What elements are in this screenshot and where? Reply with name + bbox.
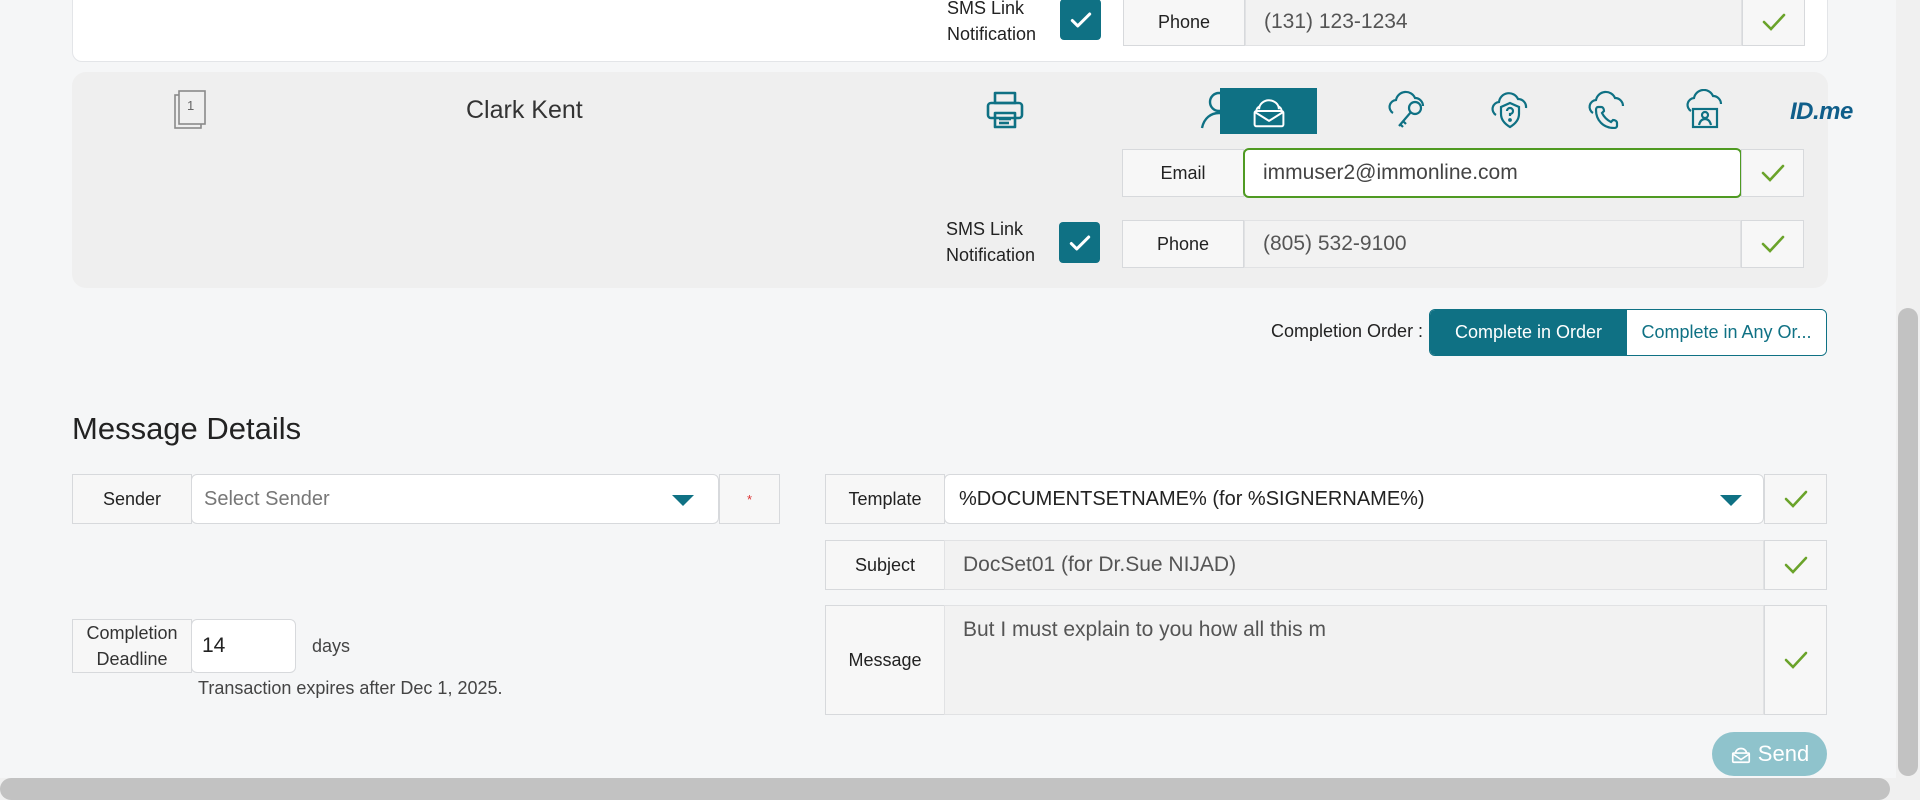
horizontal-scrollbar[interactable] (0, 778, 1920, 800)
completion-deadline-input[interactable]: 14 (191, 619, 296, 673)
message-details-title: Message Details (72, 411, 302, 446)
completion-order-toggle: Complete in Order Complete in Any Or... (1429, 309, 1827, 356)
check-icon (1761, 235, 1784, 253)
sender-placeholder: Select Sender (204, 487, 330, 510)
required-mark: * (746, 491, 753, 507)
signer-name: Clark Kent (466, 96, 583, 124)
phone-valid-indicator (1742, 0, 1805, 46)
complete-in-any-order-button[interactable]: Complete in Any Or... (1627, 310, 1826, 355)
vertical-scrollbar[interactable] (1896, 0, 1920, 778)
phone-cloud-icon[interactable] (1584, 86, 1630, 132)
check-icon (1762, 13, 1785, 31)
sender-label: Sender (72, 474, 192, 524)
subject-input[interactable]: DocSet01 (for Dr.Sue NIJAD) (944, 540, 1764, 590)
signer-card-previous: SMS Link Notification Phone (131) 123-12… (72, 0, 1828, 62)
idme-button[interactable]: ID.me (1790, 98, 1853, 126)
checkmark-icon (1070, 12, 1091, 27)
id-cloud-icon[interactable] (1682, 86, 1728, 132)
checkmark-icon (1069, 235, 1090, 250)
template-label: Template (825, 474, 945, 524)
sms-link-checkbox[interactable] (1059, 222, 1100, 263)
sms-link-checkbox[interactable] (1060, 0, 1101, 40)
message-value: But I must explain to you how all this m (963, 618, 1326, 641)
question-shield-icon[interactable] (1487, 86, 1533, 132)
completion-deadline-label: Completion Deadline (72, 619, 192, 673)
subject-label: Subject (825, 540, 945, 590)
check-icon (1784, 651, 1807, 669)
signer-card: 1 Clark Kent ID.me Email immuser2@immonl… (72, 72, 1853, 288)
message-label: Message (825, 605, 945, 715)
printer-icon[interactable] (985, 90, 1025, 130)
expiry-note: Transaction expires after Dec 1, 2025. (198, 678, 503, 698)
check-icon (1784, 556, 1807, 574)
chevron-down-icon (1720, 495, 1742, 506)
template-value: %DOCUMENTSETNAME% (for %SIGNERNAME%) (959, 487, 1425, 510)
phone-label: Phone (1122, 220, 1244, 268)
check-icon (1784, 490, 1807, 508)
phone-input[interactable]: (805) 532-9100 (1244, 220, 1741, 268)
email-input[interactable]: immuser2@immonline.com (1243, 148, 1742, 198)
phone-input[interactable]: (131) 123-1234 (1245, 0, 1742, 46)
completion-order-label: Completion Order : (1271, 321, 1424, 341)
complete-in-order-button[interactable]: Complete in Order (1430, 310, 1627, 355)
signing-order-number: 1 (187, 98, 195, 113)
phone-label: Phone (1123, 0, 1245, 46)
message-valid-indicator (1764, 605, 1827, 715)
sms-link-notification-label: SMS Link Notification (947, 0, 1037, 44)
required-indicator: * (719, 474, 780, 524)
deadline-unit: days (312, 636, 351, 656)
chevron-down-icon (672, 495, 694, 506)
template-select[interactable]: %DOCUMENTSETNAME% (for %SIGNERNAME%) (944, 474, 1764, 524)
send-label: Send (1757, 741, 1810, 766)
sms-link-notification-label: SMS Link Notification (946, 219, 1036, 265)
mail-icon[interactable] (1220, 88, 1317, 134)
mail-icon (1731, 747, 1750, 764)
message-textarea[interactable]: But I must explain to you how all this m (944, 605, 1764, 715)
email-label: Email (1122, 149, 1244, 197)
email-valid-indicator (1741, 149, 1804, 197)
vertical-scrollbar-thumb[interactable] (1898, 308, 1918, 776)
signing-order-document-icon[interactable]: 1 (173, 90, 207, 130)
check-icon (1761, 164, 1784, 182)
phone-valid-indicator (1741, 220, 1804, 268)
template-valid-indicator (1764, 474, 1827, 524)
key-cloud-icon[interactable] (1384, 86, 1430, 132)
send-button[interactable]: Send (1712, 732, 1827, 776)
horizontal-scrollbar-thumb[interactable] (0, 778, 1890, 800)
sender-select[interactable]: Select Sender (191, 474, 719, 524)
subject-valid-indicator (1764, 540, 1827, 590)
